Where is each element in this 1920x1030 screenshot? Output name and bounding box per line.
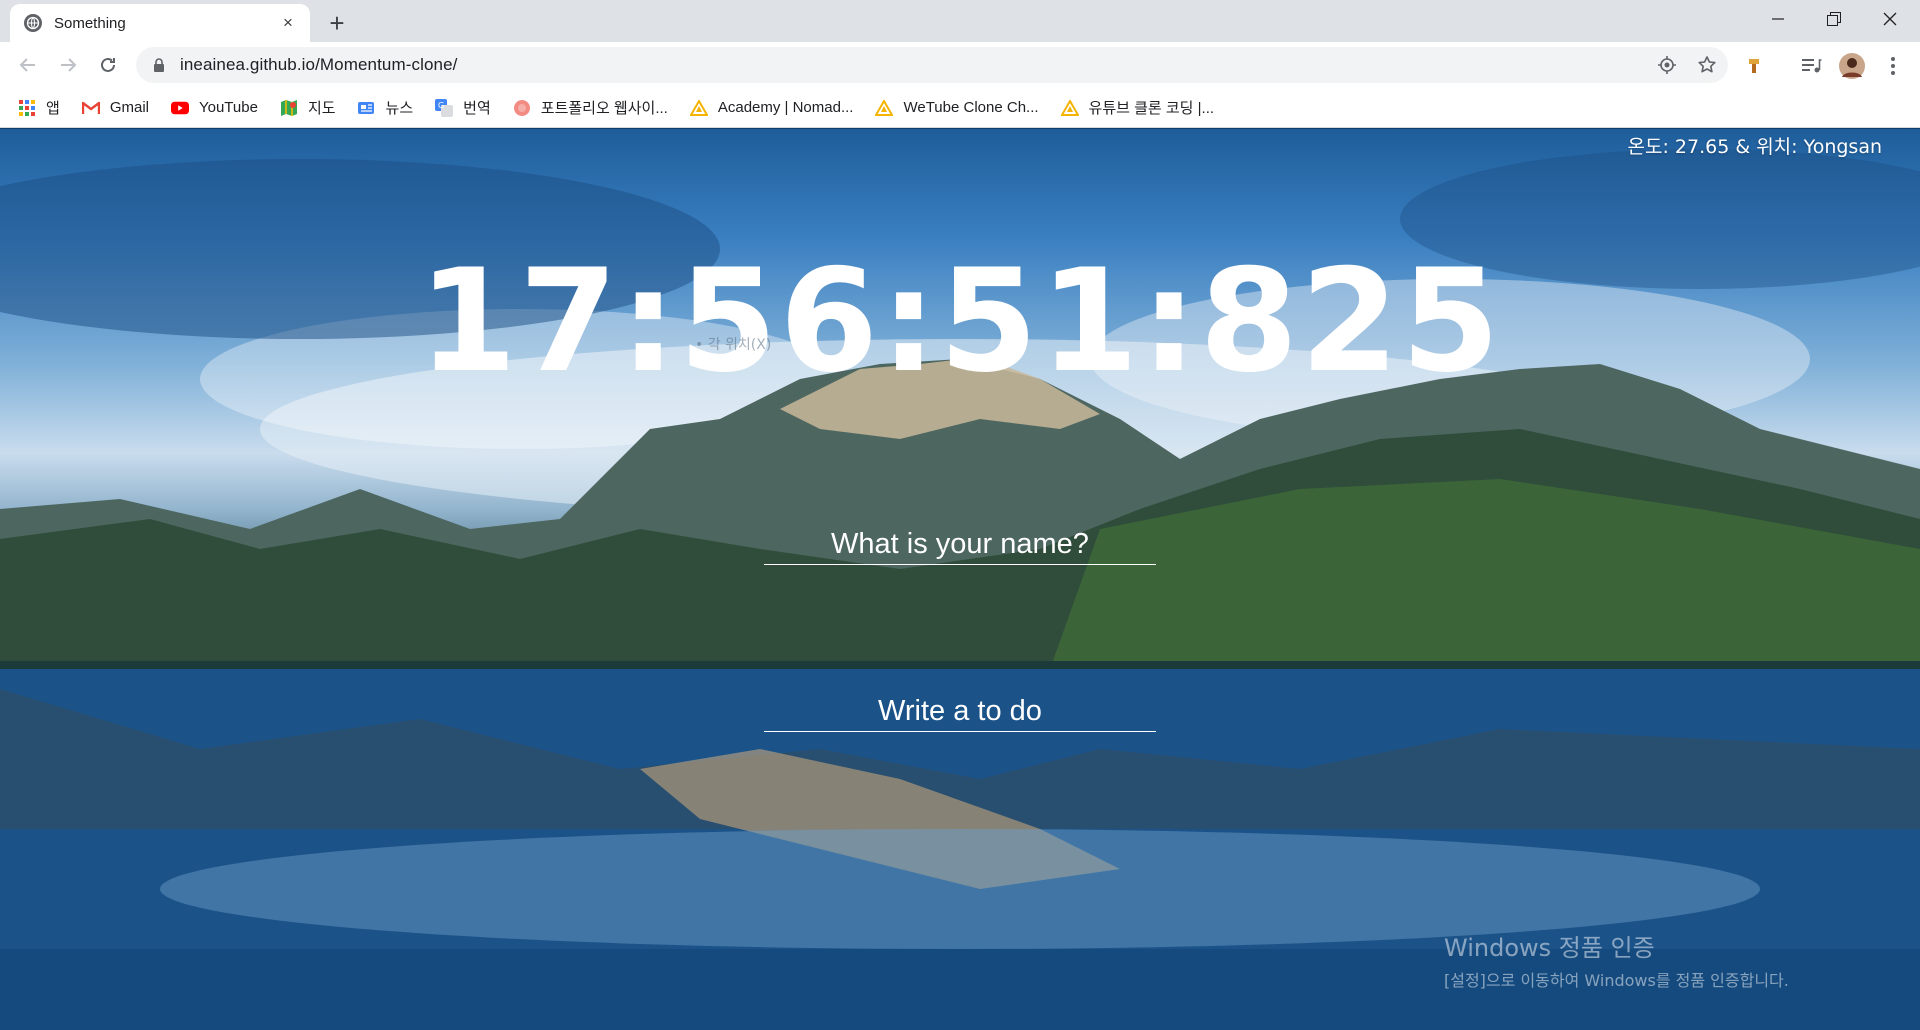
bookmark-wetube[interactable]: WeTube Clone Ch... xyxy=(875,99,1039,117)
svg-text:G: G xyxy=(438,101,444,110)
bookmark-label: YouTube xyxy=(198,99,258,116)
reload-button[interactable] xyxy=(92,49,124,81)
restore-icon xyxy=(1827,12,1841,26)
media-icon[interactable] xyxy=(1800,55,1822,77)
minimize-button[interactable] xyxy=(1750,0,1806,38)
maps-icon xyxy=(280,99,298,117)
close-tab-icon[interactable]: × xyxy=(278,13,298,33)
bookmark-label: WeTube Clone Ch... xyxy=(903,99,1039,116)
new-tab-button[interactable]: + xyxy=(322,8,352,38)
minimize-icon xyxy=(1772,18,1784,20)
weather-text: 온도: 27.65 & 위치: Yongsan xyxy=(1627,136,1882,158)
bookmark-label: 뉴스 xyxy=(385,100,414,117)
browser-toolbar: ineainea.github.io/Momentum-clone/ xyxy=(0,42,1920,88)
translate-icon: G xyxy=(435,98,454,117)
menu-icon[interactable] xyxy=(1882,55,1904,77)
watermark-subtitle: [설정]으로 이동하여 Windows를 정품 인증합니다. xyxy=(1444,971,1789,990)
gmail-icon xyxy=(81,99,100,117)
back-button[interactable] xyxy=(12,49,44,81)
bookmark-label: Gmail xyxy=(109,99,149,116)
forward-button[interactable] xyxy=(52,49,84,81)
todo-input[interactable] xyxy=(764,692,1156,732)
bookmark-label: 앱 xyxy=(46,100,60,117)
nomad-icon xyxy=(1060,99,1079,117)
windows-activation-watermark: Windows 정품 인증 [설정]으로 이동하여 Windows를 정품 인증… xyxy=(1444,928,1789,991)
bookmark-maps[interactable]: 지도 xyxy=(280,97,336,118)
close-icon xyxy=(1883,12,1897,26)
faint-text: • 각 위치(X) xyxy=(695,337,772,353)
nomad-icon xyxy=(689,99,708,117)
bookmark-label: 지도 xyxy=(307,100,336,117)
globe-icon xyxy=(24,14,42,32)
name-form xyxy=(764,525,1156,565)
watermark-title: Windows 정품 인증 xyxy=(1444,934,1655,962)
avatar[interactable] xyxy=(1838,52,1866,80)
news-icon xyxy=(357,99,376,117)
bookmark-label: 포트폴리오 웹사이... xyxy=(540,100,668,117)
close-window-button[interactable] xyxy=(1862,0,1918,38)
tab-title: Something xyxy=(54,14,126,32)
extension-icon[interactable] xyxy=(1746,55,1768,77)
nomad-icon xyxy=(875,99,894,117)
bookmarks-bar: 앱 Gmail YouTube 지도 뉴스 G 번역 포트폴리오 웹사이... xyxy=(0,88,1920,128)
star-icon[interactable] xyxy=(1697,55,1717,75)
forward-icon xyxy=(61,58,77,72)
clock: 17:56:51:825 xyxy=(418,239,1502,404)
name-input[interactable] xyxy=(764,525,1156,565)
bookmark-youtube[interactable]: YouTube xyxy=(170,99,258,117)
bookmark-label: 유튜브 클론 코딩 |... xyxy=(1088,100,1215,117)
bookmark-gmail[interactable]: Gmail xyxy=(81,99,149,117)
youtube-icon xyxy=(170,99,189,117)
tab-strip: Something × + xyxy=(0,0,1920,42)
lock-icon xyxy=(154,58,164,72)
todo-form xyxy=(764,692,1156,732)
bookmark-portfolio[interactable]: 포트폴리오 웹사이... xyxy=(513,97,668,118)
portfolio-icon xyxy=(513,99,531,117)
reload-icon xyxy=(101,57,115,72)
url-text: ineainea.github.io/Momentum-clone/ xyxy=(180,55,458,74)
bookmark-apps[interactable]: 앱 xyxy=(18,97,60,118)
page-viewport: 온도: 27.65 & 위치: Yongsan 17:56:51:825 • 각… xyxy=(0,129,1920,1030)
maximize-button[interactable] xyxy=(1806,0,1862,38)
back-icon xyxy=(19,58,35,72)
bookmark-news[interactable]: 뉴스 xyxy=(357,97,414,118)
bookmark-label: 번역 xyxy=(463,100,491,117)
bookmark-label: Academy | Nomad... xyxy=(717,99,854,116)
apps-grid-icon xyxy=(18,99,36,117)
bookmark-translate[interactable]: G 번역 xyxy=(435,97,491,118)
bookmark-youtube-clone[interactable]: 유튜브 클론 코딩 |... xyxy=(1060,97,1215,118)
browser-tab[interactable]: Something × xyxy=(10,4,310,42)
bookmark-nomad-academy[interactable]: Academy | Nomad... xyxy=(689,99,854,117)
location-icon[interactable] xyxy=(1657,55,1677,75)
address-bar[interactable]: ineainea.github.io/Momentum-clone/ xyxy=(136,47,1728,83)
